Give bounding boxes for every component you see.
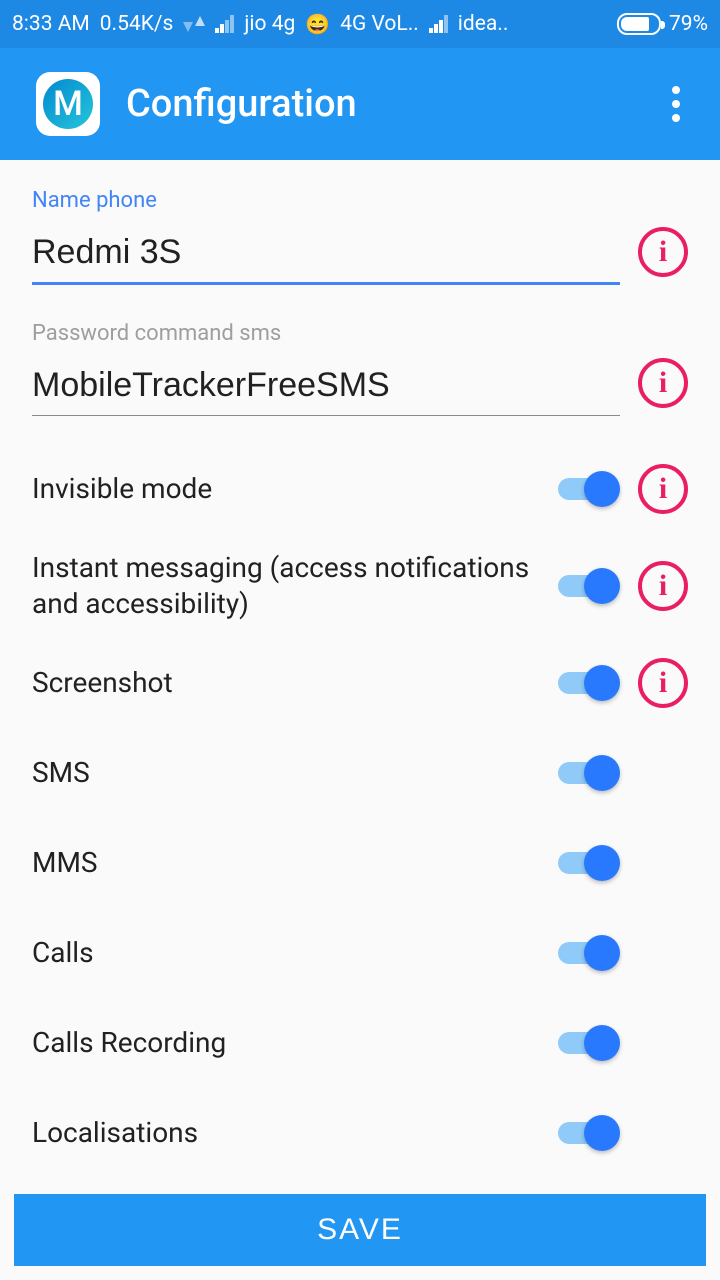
emoji-icon: 😄 — [305, 12, 330, 36]
battery-icon — [617, 13, 661, 35]
sms-row: SMS — [32, 744, 688, 802]
page-title: Configuration — [126, 82, 630, 126]
calls-row: Calls — [32, 924, 688, 982]
carrier-2: idea.. — [458, 12, 509, 36]
screenshot-toggle[interactable] — [558, 665, 620, 701]
sms-toggle[interactable] — [558, 755, 620, 791]
battery-percent: 79% — [669, 12, 708, 36]
invisible-mode-toggle[interactable] — [558, 471, 620, 507]
invisible-mode-row: Invisible mode i — [32, 460, 688, 518]
invisible-mode-label: Invisible mode — [32, 471, 540, 507]
network-label: 4G VoL.. — [340, 12, 419, 36]
data-arrows-icon — [183, 16, 205, 32]
instant-messaging-row: Instant messaging (access notifications … — [32, 550, 688, 622]
status-speed: 0.54K/s — [100, 12, 174, 36]
calls-label: Calls — [32, 935, 540, 971]
name-phone-label: Name phone — [32, 188, 620, 213]
password-input[interactable] — [32, 360, 620, 416]
app-bar: M Configuration — [0, 48, 720, 160]
instant-messaging-toggle[interactable] — [558, 568, 620, 604]
mms-toggle[interactable] — [558, 845, 620, 881]
mms-row: MMS — [32, 834, 688, 892]
localisations-label: Localisations — [32, 1115, 540, 1151]
carrier-1: jio 4g — [244, 12, 295, 36]
status-bar: 8:33 AM 0.54K/s jio 4g😄 4G VoL.. idea.. … — [0, 0, 720, 48]
instant-messaging-label: Instant messaging (access notifications … — [32, 550, 540, 622]
localisations-toggle[interactable] — [558, 1115, 620, 1151]
info-icon[interactable]: i — [638, 561, 688, 611]
mms-label: MMS — [32, 845, 540, 881]
name-phone-input[interactable] — [32, 227, 620, 285]
app-logo-letter: M — [43, 79, 93, 129]
signal-icon-2 — [429, 15, 448, 33]
info-icon[interactable]: i — [638, 464, 688, 514]
info-icon[interactable]: i — [638, 227, 688, 277]
localisations-row: Localisations — [32, 1104, 688, 1162]
password-row: Password command sms i — [32, 321, 688, 416]
save-bar: SAVE — [0, 1180, 720, 1280]
calls-recording-toggle[interactable] — [558, 1025, 620, 1061]
info-icon[interactable]: i — [638, 658, 688, 708]
info-icon[interactable]: i — [638, 358, 688, 408]
status-time: 8:33 AM — [12, 12, 90, 36]
save-button[interactable]: SAVE — [14, 1194, 706, 1266]
calls-recording-row: Calls Recording — [32, 1014, 688, 1072]
screenshot-label: Screenshot — [32, 665, 540, 701]
app-logo: M — [36, 72, 100, 136]
sms-label: SMS — [32, 755, 540, 791]
name-phone-row: Name phone i — [32, 188, 688, 285]
screenshot-row: Screenshot i — [32, 654, 688, 712]
content: Name phone i Password command sms i Invi… — [0, 160, 720, 1184]
calls-recording-label: Calls Recording — [32, 1025, 540, 1061]
calls-toggle[interactable] — [558, 935, 620, 971]
password-label: Password command sms — [32, 321, 620, 346]
overflow-menu-button[interactable] — [656, 86, 696, 122]
signal-icon-1 — [215, 15, 234, 33]
